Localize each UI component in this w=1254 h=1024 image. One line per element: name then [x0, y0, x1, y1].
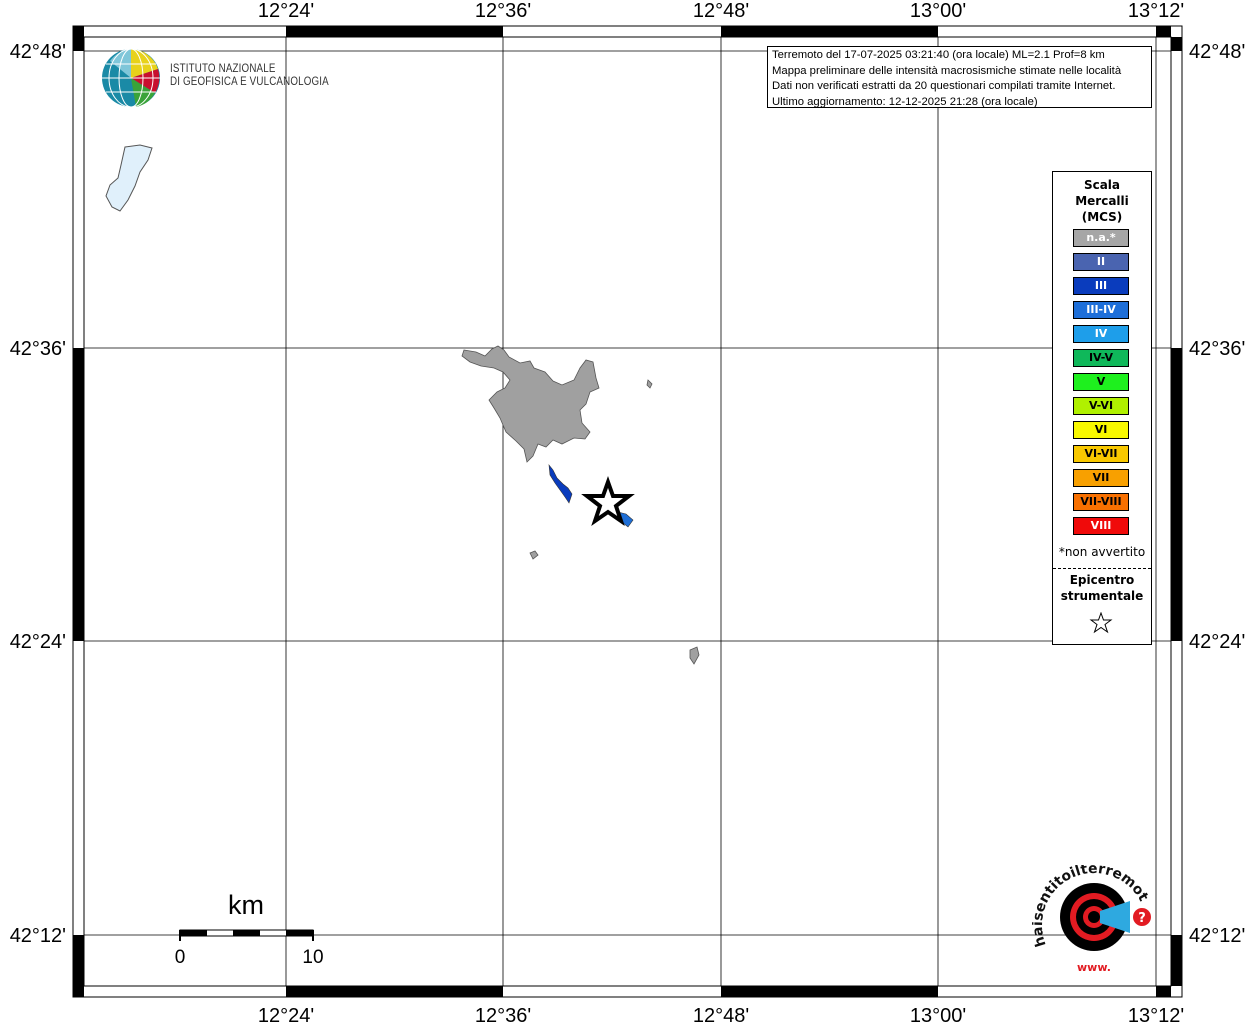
top-lon-label: 13°12': [1128, 0, 1184, 22]
right-lat-label: 42°48': [1189, 41, 1245, 63]
event-title: Terremoto del 17-07-2025 03:21:40 (ora l…: [772, 49, 1105, 61]
legend-item-iv: IV: [1073, 325, 1129, 343]
legend-separator: [1053, 568, 1151, 569]
legend-item-vii-viii: VII-VIII: [1073, 493, 1129, 511]
area-intensity-iii: [548, 464, 573, 504]
legend-item-iii-iv: III-IV: [1073, 301, 1129, 319]
felt-area-na: [461, 345, 600, 463]
left-lat-label: 42°48': [10, 41, 66, 63]
map-description: Mappa preliminare delle intensità macros…: [772, 64, 1122, 77]
legend-item-viii: VIII: [1073, 517, 1129, 535]
bottom-lon-label: 12°36': [475, 1005, 531, 1024]
scale-min-label: 0: [175, 947, 186, 968]
haisentito-logo-www: www.: [1077, 961, 1111, 974]
right-lat-label: 42°36': [1189, 338, 1245, 360]
bottom-lon-label: 12°24': [258, 1005, 314, 1024]
intensity-legend: Scala Mercalli (MCS) n.a.* II III III-IV IV I…: [1052, 171, 1152, 645]
legend-epicenter-line: Epicentro: [1069, 573, 1135, 587]
bottom-lon-label: 12°48': [693, 1005, 749, 1024]
legend-item-vi: VI: [1073, 421, 1129, 439]
felt-area-na-small: [689, 646, 700, 665]
legend-epicenter-title: Epicentro strumentale: [1053, 572, 1151, 604]
legend-title-line: Scala: [1083, 178, 1121, 192]
legend-item-v: V: [1073, 373, 1129, 391]
left-lat-labels: 42°48' 42°36' 42°24' 42°12': [10, 41, 66, 947]
bottom-lon-labels: 12°24' 12°36' 12°48' 13°00' 13°12': [258, 1005, 1184, 1024]
haisentito-logo: ? haisentitoilterremoto.it www.: [1032, 865, 1151, 974]
last-update: Ultimo aggiornamento: 12-12-2025 21:28 (…: [772, 95, 1038, 108]
legend-item-ii: II: [1073, 253, 1129, 271]
felt-area-na-small: [646, 379, 653, 389]
legend-na-note: *non avvertito: [1058, 545, 1146, 559]
top-lon-label: 12°24': [258, 0, 314, 22]
ingv-name-line2: DI GEOFISICA E VULCANOLOGIA: [170, 76, 329, 88]
left-lat-label: 42°12': [10, 925, 66, 947]
ingv-name-line1: ISTITUTO NAZIONALE: [170, 63, 276, 75]
lake: [105, 144, 153, 212]
event-info-box: Terremoto del 17-07-2025 03:21:40 (ora l…: [767, 46, 1152, 108]
data-note: Dati non verificati estratti da 20 quest…: [772, 80, 1116, 92]
legend-title: Scala Mercalli (MCS): [1053, 177, 1151, 225]
legend-item-iii: III: [1073, 277, 1129, 295]
graticule: [84, 37, 1171, 986]
legend-item-vi-vii: VI-VII: [1073, 445, 1129, 463]
felt-area-na-small: [529, 550, 539, 560]
left-lat-label: 42°24': [10, 631, 66, 653]
ingv-name: ISTITUTO NAZIONALE DI GEOFISICA E VULCAN…: [170, 63, 329, 89]
left-lat-label: 42°36': [10, 338, 66, 360]
legend-title-line: Mercalli: [1075, 194, 1129, 208]
right-lat-label: 42°24': [1189, 631, 1245, 653]
bottom-lon-label: 13°12': [1128, 1005, 1184, 1024]
scale-max-label: 10: [302, 947, 323, 968]
top-lon-label: 12°36': [475, 0, 531, 22]
top-lon-label: 12°48': [693, 0, 749, 22]
legend-item-vii: VII: [1073, 469, 1129, 487]
bottom-lon-label: 13°00': [910, 1005, 966, 1024]
scale-bar: km 0 10: [175, 890, 324, 968]
legend-items: n.a.* II III III-IV IV IV-V V V-VI VI VI-VII VII VI…: [1073, 229, 1129, 541]
frame-scale-bars: [73, 26, 1182, 997]
svg-text:?: ?: [1138, 911, 1146, 926]
top-lon-labels: 12°24' 12°36' 12°48' 13°00' 13°12': [258, 0, 1184, 22]
legend-title-line: (MCS): [1081, 210, 1123, 224]
map-frame-inner: [83, 36, 1172, 987]
epicenter-star-icon: [1089, 612, 1113, 634]
ingv-globe-icon: [102, 48, 160, 108]
right-lat-label: 42°12': [1189, 925, 1245, 947]
right-lat-labels: 42°48' 42°36' 42°24' 42°12': [1189, 41, 1245, 947]
legend-epicenter-line: strumentale: [1060, 589, 1144, 603]
legend-item-v-vi: V-VI: [1073, 397, 1129, 415]
legend-item-n-a: n.a.*: [1073, 229, 1129, 247]
top-lon-label: 13°00': [910, 0, 966, 22]
legend-item-iv-v: IV-V: [1073, 349, 1129, 367]
map-frame-outer: [72, 25, 1183, 998]
scale-unit-label: km: [228, 890, 264, 920]
